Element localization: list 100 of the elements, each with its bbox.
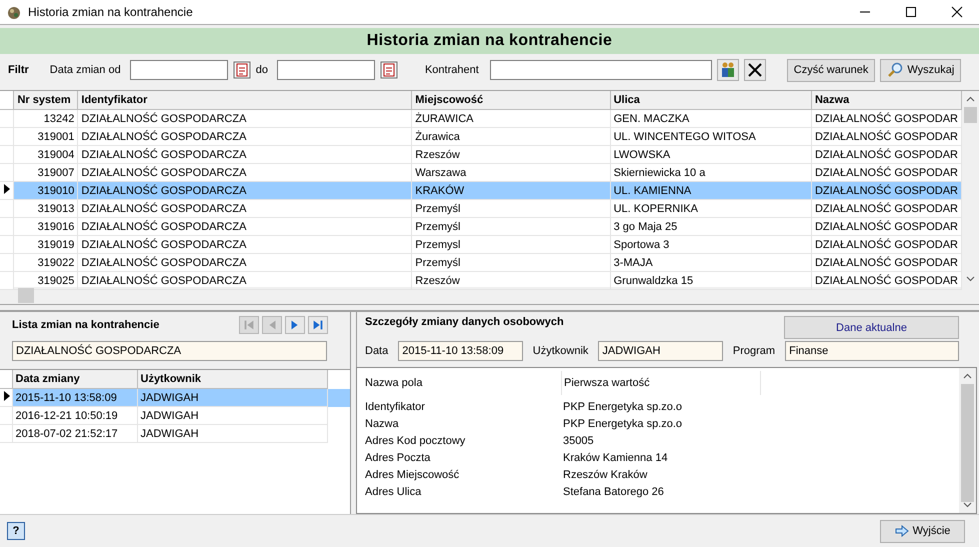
- column-header[interactable]: Nr system: [14, 91, 78, 110]
- clear-icon[interactable]: [744, 59, 766, 81]
- date-from-field[interactable]: [130, 60, 228, 80]
- column-header[interactable]: Ulica: [610, 91, 812, 110]
- column-header[interactable]: Data zmiany: [12, 370, 137, 388]
- date-to-field[interactable]: [276, 60, 375, 80]
- table-cell: 2018-07-02 21:52:17: [16, 428, 118, 440]
- scroll-thumb[interactable]: [961, 384, 974, 502]
- table-cell: UL. KOPERNIKA: [614, 202, 698, 214]
- scroll-thumb[interactable]: [18, 288, 34, 303]
- table-cell: 319016: [38, 220, 74, 232]
- table-cell: DZIAŁALNOŚĆ GOSPODAR: [814, 148, 958, 160]
- table-cell: ŻURAWICA: [415, 112, 474, 124]
- panel-title: Szczegóły zmiany danych osobowych: [365, 316, 564, 328]
- table-cell: 319022: [38, 256, 74, 268]
- clear-conditions-button[interactable]: Czyść warunek: [786, 58, 876, 82]
- table-cell: DZIAŁALNOŚĆ GOSPODARCZA: [81, 256, 246, 268]
- chevron-up-icon[interactable]: [963, 373, 972, 379]
- table-cell: 319004: [38, 148, 74, 160]
- table-cell: Przemyśl: [415, 220, 460, 232]
- column-header[interactable]: Identyfikator: [78, 91, 412, 110]
- maximize-icon[interactable]: [905, 6, 917, 18]
- panel-title: Lista zmian na kontrahencie: [12, 319, 160, 331]
- vertical-scrollbar[interactable]: [962, 91, 979, 287]
- contractor-field[interactable]: [490, 60, 712, 80]
- column-header[interactable]: Nazwa: [811, 91, 962, 110]
- table-cell: DZIAŁALNOŚĆ GOSPODARCZA: [81, 202, 246, 214]
- people-icon[interactable]: [716, 59, 739, 81]
- table-cell: Warszawa: [415, 166, 466, 178]
- right-arrow-icon: [311, 318, 325, 332]
- table-cell: Adres Kod pocztowy: [365, 434, 466, 446]
- scroll-thumb[interactable]: [964, 107, 977, 123]
- table-cell: DZIAŁALNOŚĆ GOSPODAR: [814, 112, 958, 124]
- current-data-button[interactable]: Dane aktualne: [784, 316, 959, 339]
- table-cell: DZIAŁALNOŚĆ GOSPODARCZA: [81, 184, 246, 196]
- table-cell: Sportowa 3: [614, 238, 670, 250]
- window-title: Historia zmian na kontrahencie: [28, 5, 194, 19]
- table-cell: Skierniewicka 10 a: [614, 166, 706, 178]
- table-cell: DZIAŁALNOŚĆ GOSPODARCZA: [81, 130, 246, 142]
- table-cell: DZIAŁALNOŚĆ GOSPODAR: [814, 238, 958, 250]
- table-cell: DZIAŁALNOŚĆ GOSPODAR: [814, 274, 958, 286]
- table-cell: UL. KAMIENNA: [614, 184, 692, 196]
- table-cell: 35005: [563, 434, 594, 446]
- table-cell: Rzeszów: [415, 148, 460, 160]
- vertical-scrollbar[interactable]: [959, 368, 976, 513]
- table-cell: Przemyśl: [415, 202, 460, 214]
- table-cell: 13242: [44, 112, 74, 124]
- table-cell: Grunwaldzka 15: [614, 274, 694, 286]
- table-cell: Nazwa: [365, 418, 399, 430]
- table-cell: Rzeszów Kraków: [563, 468, 648, 480]
- table-cell: Żurawica: [415, 130, 460, 142]
- search-button[interactable]: Wyszukaj: [880, 58, 962, 82]
- table-cell: 3-MAJA: [614, 256, 653, 268]
- close-icon[interactable]: [951, 6, 963, 18]
- column-header[interactable]: Nazwa pola: [363, 371, 562, 395]
- table-cell: Adres Miejscowość: [365, 468, 460, 480]
- chevron-down-icon[interactable]: [963, 502, 972, 508]
- table-cell: 319019: [38, 238, 74, 250]
- table-cell: 3 go Maja 25: [614, 220, 678, 232]
- table-cell: GEN. MACZKA: [614, 112, 690, 124]
- chevron-up-icon[interactable]: [966, 96, 975, 102]
- table-cell: JADWIGAH: [140, 410, 199, 422]
- field-label: Program: [732, 345, 776, 357]
- chevron-down-icon[interactable]: [966, 276, 975, 282]
- header-banner: Historia zmian na kontrahencie: [0, 28, 979, 54]
- search-icon: [887, 62, 904, 78]
- column-header[interactable]: Miejscowość: [412, 91, 610, 110]
- table-cell: LWOWSKA: [614, 148, 670, 160]
- next-record-button[interactable]: [285, 316, 305, 334]
- column-header[interactable]: Użytkownik: [137, 370, 327, 388]
- table-cell: 319013: [38, 202, 74, 214]
- table-cell: DZIAŁALNOŚĆ GOSPODAR: [814, 130, 958, 142]
- table-cell: 319010: [38, 184, 74, 196]
- table-cell: DZIAŁALNOŚĆ GOSPODARCZA: [81, 112, 246, 124]
- contractor-value-field: DZIAŁALNOŚĆ GOSPODARCZA: [12, 341, 327, 361]
- table-cell: DZIAŁALNOŚĆ GOSPODARCZA: [81, 274, 246, 286]
- table-cell: DZIAŁALNOŚĆ GOSPODAR: [814, 202, 958, 214]
- table-cell: DZIAŁALNOŚĆ GOSPODARCZA: [81, 238, 246, 250]
- contractor-label: Kontrahent: [424, 64, 479, 76]
- table-cell: DZIAŁALNOŚĆ GOSPODARCZA: [81, 148, 246, 160]
- table-cell: Przemyśl: [415, 256, 460, 268]
- table-cell: 2016-12-21 10:50:19: [16, 410, 118, 422]
- table-cell: DZIAŁALNOŚĆ GOSPODAR: [814, 166, 958, 178]
- app-icon: [6, 4, 22, 20]
- table-cell: 319001: [38, 130, 74, 142]
- table-cell: Adres Ulica: [365, 486, 422, 498]
- row-pointer-icon: [4, 391, 10, 401]
- table-cell: Rzeszów: [415, 274, 460, 286]
- field-label: Data: [365, 345, 388, 357]
- exit-button[interactable]: Wyjście: [880, 520, 965, 542]
- table-cell: Adres Poczta: [365, 452, 430, 464]
- help-button[interactable]: ?: [7, 522, 25, 540]
- table-cell: JADWIGAH: [140, 428, 199, 440]
- horizontal-scrollbar[interactable]: [0, 287, 979, 304]
- calendar-icon[interactable]: [380, 61, 398, 79]
- table-cell: KRAKÓW: [415, 184, 464, 196]
- column-header[interactable]: Pierwsza wartość: [562, 371, 761, 395]
- last-record-button[interactable]: [308, 316, 328, 334]
- field-value: Finanse: [785, 341, 959, 361]
- calendar-icon[interactable]: [232, 61, 251, 79]
